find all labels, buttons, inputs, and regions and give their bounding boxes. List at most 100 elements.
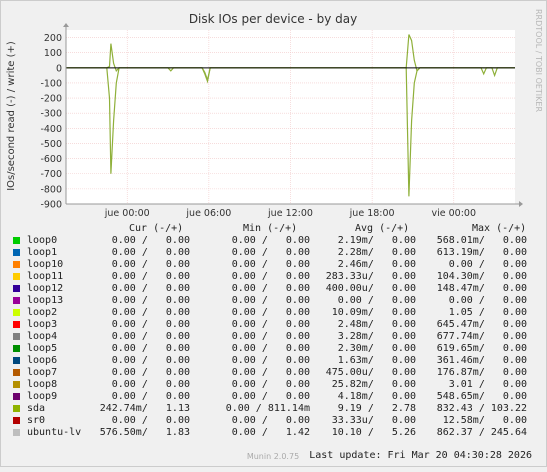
legend-max: 3.01 / 0.00	[448, 379, 527, 390]
legend-avg: 0.00 / 0.00	[337, 295, 416, 306]
legend-min: 0.00 / 0.00	[231, 319, 310, 330]
y-tick-label: -500	[40, 139, 62, 150]
legend-cur: 0.00 / 0.00	[111, 295, 190, 306]
legend-swatch	[13, 381, 20, 388]
x-tick-label: vie 00:00	[432, 208, 477, 219]
legend-name: loop6	[27, 355, 58, 366]
legend-name: sr0	[27, 415, 46, 426]
legend-avg: 33.33u/ 0.00	[331, 415, 416, 426]
legend-row: loop1 0.00 / 0.00 0.00 / 0.00 2.28m/ 0.00 61…	[0, 247, 547, 259]
legend-min: 0.00 / 0.00	[231, 415, 310, 426]
x-tick-label: jue 12:00	[267, 208, 313, 219]
legend-name: loop4	[27, 331, 58, 342]
legend-name: loop9	[27, 391, 58, 402]
legend-max: 645.47m/ 0.00	[436, 319, 527, 330]
legend-swatch	[13, 309, 20, 316]
legend-avg: 475.00u/ 0.00	[325, 367, 416, 378]
legend-max: 568.01m/ 0.00	[436, 235, 527, 246]
last-update: Last update: Fri Mar 20 04:30:28 2026	[309, 450, 532, 461]
y-tick-label: 0	[56, 63, 62, 74]
legend-min: 0.00 / 0.00	[231, 391, 310, 402]
chart-title: Disk IOs per device - by day	[189, 12, 357, 26]
legend-row: loop3 0.00 / 0.00 0.00 / 0.00 2.48m/ 0.00 64…	[0, 319, 547, 331]
legend-name: sda	[27, 403, 46, 414]
legend-min: 0.00 / 0.00	[231, 247, 310, 258]
legend-cur: 0.00 / 0.00	[111, 391, 190, 402]
legend-cur: 0.00 / 0.00	[111, 283, 190, 294]
legend-name: loop5	[27, 343, 58, 354]
last-update-row: Last update: Fri Mar 20 04:30:28 2026	[0, 439, 547, 461]
y-tick-label: 200	[44, 33, 62, 44]
legend-max: 1.05 / 0.00	[448, 307, 527, 318]
y-tick-label: -100	[40, 78, 62, 89]
legend-avg: 25.82m/ 0.00	[331, 379, 416, 390]
legend-cur: 0.00 / 0.00	[111, 319, 190, 330]
legend-name: loop7	[27, 367, 58, 378]
legend-swatch	[13, 249, 20, 256]
y-tick-label: -400	[40, 124, 62, 135]
legend-min: 0.00 / 0.00	[231, 295, 310, 306]
legend-name: loop11	[27, 271, 64, 282]
legend-avg: 2.30m/ 0.00	[337, 343, 416, 354]
legend-max: 361.46m/ 0.00	[436, 355, 527, 366]
legend-cur: 0.00 / 0.00	[111, 379, 190, 390]
legend-swatch	[13, 333, 20, 340]
legend-cur: 0.00 / 0.00	[111, 235, 190, 246]
legend-max: 548.65m/ 0.00	[436, 391, 527, 402]
legend-min: 0.00 / 0.00	[231, 343, 310, 354]
legend-row: sr0 0.00 / 0.00 0.00 / 0.00 33.33u/ 0.00 12.…	[0, 415, 547, 427]
legend-swatch	[13, 405, 20, 412]
y-tick-label: -900	[40, 200, 62, 211]
legend-name: loop0	[27, 235, 58, 246]
legend-name: loop8	[27, 379, 58, 390]
legend-max: 862.37 / 245.64	[436, 427, 527, 438]
legend-max: 148.47m/ 0.00	[436, 283, 527, 294]
legend-cur: 0.00 / 0.00	[111, 367, 190, 378]
legend-avg: 2.19m/ 0.00	[337, 235, 416, 246]
legend-min: 0.00 / 0.00	[231, 283, 310, 294]
legend-row: loop11 0.00 / 0.00 0.00 / 0.00 283.33u/ 0.0…	[0, 271, 547, 283]
x-tick-label: jue 18:00	[349, 208, 395, 219]
legend-max: 0.00 / 0.00	[448, 295, 527, 306]
legend-swatch	[13, 429, 20, 436]
y-tick-label: -200	[40, 94, 62, 105]
legend-cur: 0.00 / 0.00	[111, 271, 190, 282]
legend-max: 176.87m/ 0.00	[436, 367, 527, 378]
legend-cur: 0.00 / 0.00	[111, 307, 190, 318]
legend-min: 0.00 / 0.00	[231, 271, 310, 282]
legend-max: 0.00 / 0.00	[448, 259, 527, 270]
legend-swatch	[13, 357, 20, 364]
legend-avg: 10.10 / 5.26	[331, 427, 416, 438]
legend-cur: 0.00 / 0.00	[111, 343, 190, 354]
y-tick-label: 100	[44, 48, 62, 59]
legend-header: Cur (-/+) Min (-/+) Avg (-/+) Max (-/+)	[0, 223, 547, 235]
legend-cur: 242.74m/ 1.13	[99, 403, 190, 414]
legend-name: loop12	[27, 283, 64, 294]
legend-cur: 576.50m/ 1.83	[99, 427, 190, 438]
legend-max: 619.65m/ 0.00	[436, 343, 527, 354]
legend-row: ubuntu-lv 576.50m/ 1.83 0.00 / 1.42 10.10 /…	[0, 427, 547, 439]
legend-min: 0.00 / 1.42	[231, 427, 310, 438]
legend-row: loop5 0.00 / 0.00 0.00 / 0.00 2.30m/ 0.00 61…	[0, 343, 547, 355]
legend-cur: 0.00 / 0.00	[111, 415, 190, 426]
legend-row: loop8 0.00 / 0.00 0.00 / 0.00 25.82m/ 0.00 3…	[0, 379, 547, 391]
legend-name: loop10	[27, 259, 64, 270]
legend-row: loop4 0.00 / 0.00 0.00 / 0.00 3.28m/ 0.00 67…	[0, 331, 547, 343]
y-tick-label: -300	[40, 109, 62, 120]
legend-name: loop2	[27, 307, 58, 318]
legend-avg: 2.48m/ 0.00	[337, 319, 416, 330]
legend-cur: 0.00 / 0.00	[111, 355, 190, 366]
legend-swatch	[13, 417, 20, 424]
legend-row: loop13 0.00 / 0.00 0.00 / 0.00 0.00 / 0.00 0…	[0, 295, 547, 307]
y-tick-label: -700	[40, 169, 62, 180]
legend-row: loop2 0.00 / 0.00 0.00 / 0.00 10.09m/ 0.00 1…	[0, 307, 547, 319]
legend-cur: 0.00 / 0.00	[111, 331, 190, 342]
x-tick-label: jue 06:00	[185, 208, 231, 219]
legend-avg: 9.19 / 2.78	[337, 403, 416, 414]
header-min: Min (-/+)	[243, 223, 298, 234]
legend-name: loop13	[27, 295, 64, 306]
legend-max: 12.58m/ 0.00	[442, 415, 527, 426]
rrdtool-watermark: RRDTOOL / TOBI OETIKER	[534, 9, 543, 112]
legend-avg: 2.28m/ 0.00	[337, 247, 416, 258]
y-axis-label: IOs/second read (-) / write (+)	[6, 41, 17, 191]
